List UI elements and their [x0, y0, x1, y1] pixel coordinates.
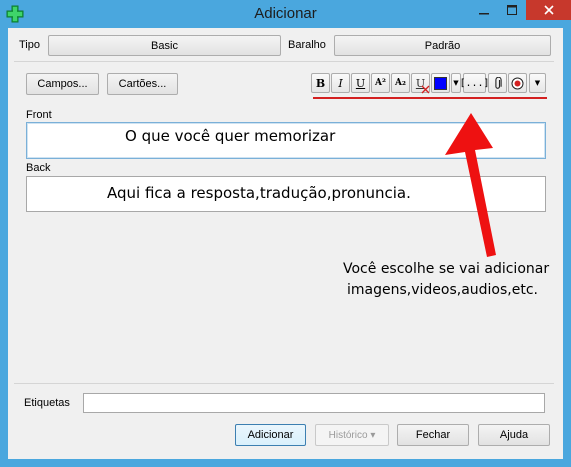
record-audio-button[interactable]	[508, 73, 527, 93]
front-field-text: O que você quer memorizar	[125, 127, 336, 145]
window-frame-right	[563, 28, 571, 467]
deck-label: Baralho	[288, 39, 326, 51]
underline-button[interactable]: U	[351, 73, 370, 93]
italic-button[interactable]: I	[331, 73, 350, 93]
back-label: Back	[26, 162, 51, 174]
cards-button[interactable]: Cartões...	[107, 73, 178, 95]
clear-format-eraser-icon	[421, 85, 430, 94]
window-frame-left	[0, 28, 8, 467]
minimize-button[interactable]	[470, 0, 498, 20]
maximize-icon	[507, 5, 517, 15]
subscript-button[interactable]: A₂	[391, 73, 410, 93]
close-window-button[interactable]	[526, 0, 571, 20]
maximize-button[interactable]	[498, 0, 526, 20]
window-frame-bottom	[0, 459, 571, 467]
annotation-line-1: Você escolhe se vai adicionar	[343, 261, 550, 277]
type-label: Tipo	[19, 39, 40, 51]
cloze-button[interactable]: [...]	[459, 73, 490, 93]
annotation-line-2: imagens,videos,audios,etc.	[347, 282, 538, 298]
close-button[interactable]: Fechar	[397, 424, 469, 446]
tags-label: Etiquetas	[24, 397, 70, 409]
attach-media-button[interactable]	[488, 73, 507, 93]
deck-button[interactable]: Padrão	[334, 35, 551, 56]
note-type-button[interactable]: Basic	[48, 35, 281, 56]
color-swatch-icon	[434, 76, 447, 90]
superscript-button[interactable]: A²	[371, 73, 390, 93]
fields-button[interactable]: Campos...	[26, 73, 99, 95]
toolbar-highlight-line	[313, 97, 547, 99]
paperclip-icon	[494, 76, 502, 89]
header-separator	[14, 61, 554, 62]
front-label: Front	[26, 109, 52, 121]
text-color-button[interactable]	[431, 73, 450, 93]
add-button[interactable]: Adicionar	[235, 424, 306, 446]
annotation-arrow-icon	[445, 113, 496, 257]
help-button[interactable]: Ajuda	[478, 424, 550, 446]
back-field-text: Aqui fica a resposta,tradução,pronuncia.	[107, 184, 411, 202]
minimize-icon	[479, 13, 489, 15]
bold-button[interactable]: B	[311, 73, 330, 93]
footer-separator	[14, 383, 554, 384]
tags-input[interactable]	[83, 393, 545, 413]
close-icon	[543, 5, 554, 15]
history-button[interactable]: Histórico ▾	[315, 424, 389, 446]
more-options-button[interactable]: ▼	[529, 73, 546, 93]
record-icon	[511, 77, 524, 89]
